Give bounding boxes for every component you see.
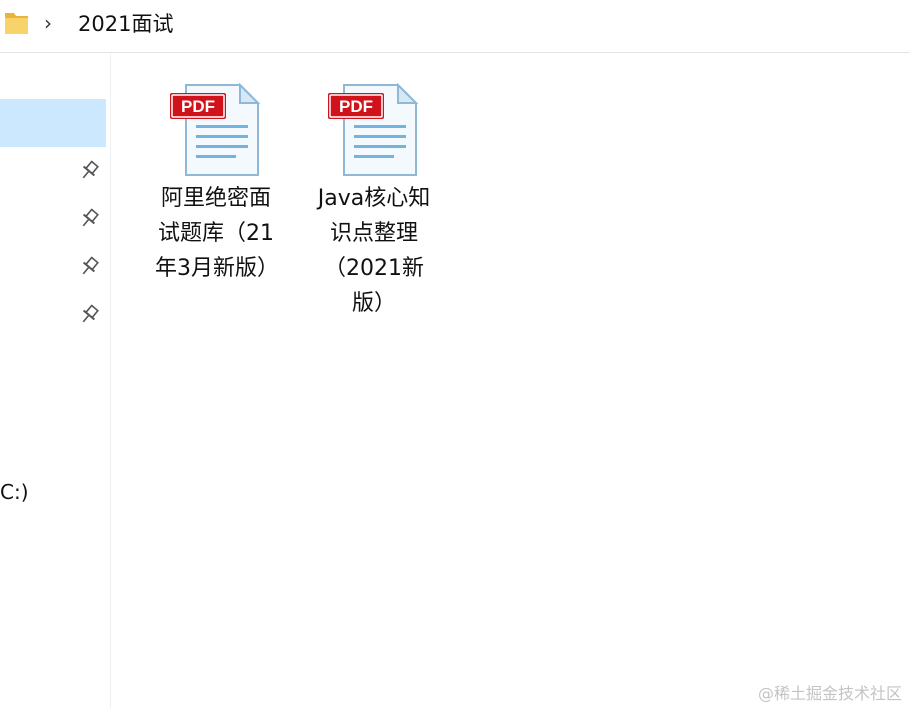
file-item[interactable]: PDF Java核心知识点整理（2021新版） xyxy=(299,83,449,321)
nav-item-selected[interactable] xyxy=(0,99,106,147)
file-explorer-window: › 2021面试 C:) PDF 阿里绝密面试题库（21年3月新版） PDF J… xyxy=(0,0,910,708)
pdf-file-icon: PDF xyxy=(170,83,261,176)
pdf-badge-label: PDF xyxy=(181,97,215,116)
file-name[interactable]: Java核心知识点整理（2021新版） xyxy=(299,181,449,321)
breadcrumb-current-folder[interactable]: 2021面试 xyxy=(78,8,173,38)
file-list: PDF 阿里绝密面试题库（21年3月新版） PDF Java核心知识点整理（20… xyxy=(111,53,910,708)
navigation-pane: C:) xyxy=(0,53,111,708)
pin-icon[interactable] xyxy=(78,208,100,230)
chevron-right-icon[interactable]: › xyxy=(44,11,52,35)
pin-icon[interactable] xyxy=(78,256,100,278)
file-name[interactable]: 阿里绝密面试题库（21年3月新版） xyxy=(141,181,291,286)
address-bar[interactable]: › 2021面试 xyxy=(0,0,910,53)
pdf-badge-label: PDF xyxy=(339,97,373,116)
nav-item-drive-c[interactable]: C:) xyxy=(0,480,29,504)
pdf-file-icon: PDF xyxy=(328,83,419,176)
folder-icon xyxy=(5,13,28,34)
watermark: @稀土掘金技术社区 xyxy=(757,684,902,703)
file-item[interactable]: PDF 阿里绝密面试题库（21年3月新版） xyxy=(141,83,291,286)
pin-icon[interactable] xyxy=(78,304,100,326)
pin-icon[interactable] xyxy=(78,160,100,182)
